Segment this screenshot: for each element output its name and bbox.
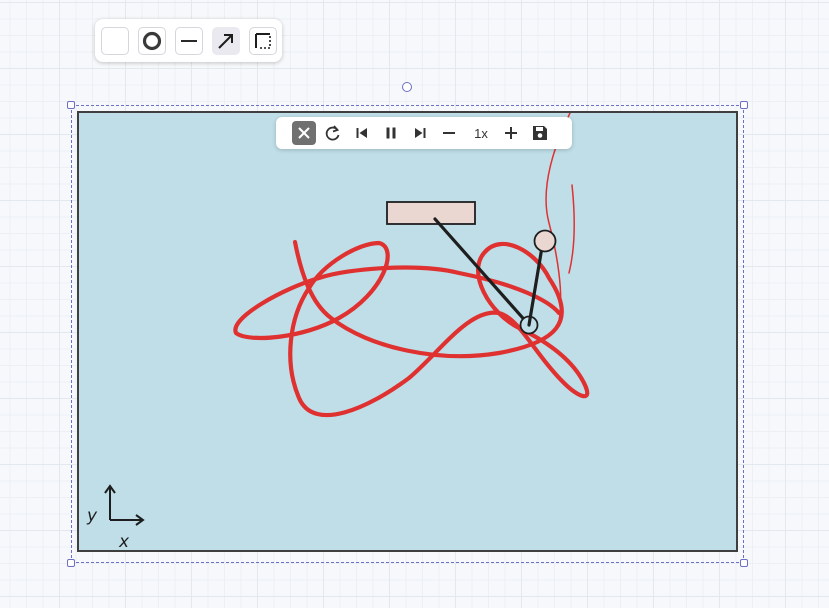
rotate-handle[interactable] <box>402 82 412 92</box>
dashed-box-icon <box>255 32 271 49</box>
arrow-button[interactable] <box>212 26 240 55</box>
stroke-circle-button[interactable] <box>138 26 166 55</box>
resize-handle-bottom-right[interactable] <box>740 559 748 567</box>
pause-button[interactable] <box>379 121 403 145</box>
resize-handle-top-right[interactable] <box>740 101 748 109</box>
dashed-box-button[interactable] <box>249 26 277 55</box>
restart-icon <box>325 125 340 141</box>
stop-icon <box>298 127 310 139</box>
resize-handle-bottom-left[interactable] <box>67 559 75 567</box>
speed-decrease-button[interactable] <box>437 121 461 145</box>
selection-frame <box>71 105 744 563</box>
step-forward-button[interactable] <box>408 121 432 145</box>
line-icon <box>181 39 197 42</box>
resize-handle-top-left[interactable] <box>67 101 75 109</box>
step-forward-icon <box>415 128 426 138</box>
stop-button[interactable] <box>292 121 316 145</box>
plus-icon <box>505 127 517 139</box>
style-toolbar <box>95 19 282 62</box>
step-back-button[interactable] <box>350 121 374 145</box>
save-icon <box>533 126 547 140</box>
minus-icon <box>443 132 455 134</box>
speed-label: 1x <box>474 125 488 141</box>
line-button[interactable] <box>175 26 203 55</box>
save-button[interactable] <box>528 121 552 145</box>
stroke-circle-icon <box>142 31 162 50</box>
pause-icon <box>386 127 396 139</box>
playback-toolbar: 1x <box>276 117 572 149</box>
speed-increase-button[interactable] <box>499 121 523 145</box>
arrow-icon <box>218 33 233 49</box>
restart-button[interactable] <box>321 121 345 145</box>
blank-fill-button[interactable] <box>101 26 129 55</box>
step-back-icon <box>356 128 367 138</box>
